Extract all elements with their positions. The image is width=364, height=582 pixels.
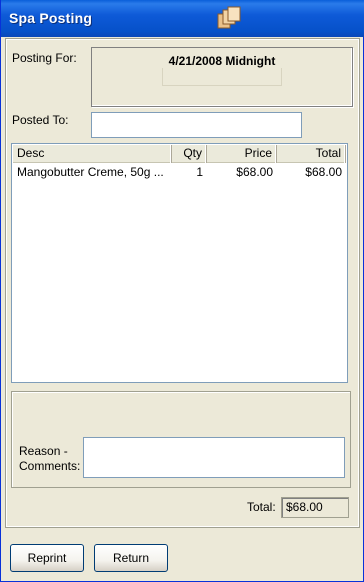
column-header-price[interactable]: Price bbox=[207, 145, 277, 163]
column-header-total[interactable]: Total bbox=[277, 145, 346, 163]
posted-to-label: Posted To: bbox=[12, 113, 69, 127]
row-price: $68.00 bbox=[236, 165, 273, 179]
reprint-button[interactable]: Reprint bbox=[10, 544, 84, 572]
posted-to-input[interactable] bbox=[91, 112, 302, 138]
column-header-qty[interactable]: Qty bbox=[172, 145, 207, 163]
total-label: Total: bbox=[247, 500, 276, 514]
posting-for-value: 4/21/2008 Midnight bbox=[168, 54, 276, 68]
spa-posting-window: Spa Posting Posting For: 4/21/2008 Midni… bbox=[0, 0, 364, 582]
return-button[interactable]: Return bbox=[94, 544, 168, 572]
date-frame bbox=[162, 68, 282, 86]
posting-for-label: Posting For: bbox=[12, 51, 77, 65]
total-value: $68.00 bbox=[281, 497, 349, 518]
row-qty: 1 bbox=[196, 165, 203, 179]
window-title: Spa Posting bbox=[9, 10, 93, 26]
reason-label-line2: Comments: bbox=[19, 459, 81, 473]
reason-comments-input[interactable] bbox=[83, 437, 345, 478]
items-list[interactable]: Desc Qty Price Total Mangobutter Creme, … bbox=[11, 143, 348, 383]
list-header: Desc Qty Price Total bbox=[13, 145, 346, 163]
title-bar[interactable]: Spa Posting bbox=[1, 0, 364, 37]
row-total: $68.00 bbox=[305, 165, 342, 179]
table-row[interactable]: Mangobutter Creme, 50g ... 1 $68.00 $68.… bbox=[13, 164, 346, 181]
reason-label-line1: Reason - bbox=[19, 444, 68, 458]
posting-for-box: 4/21/2008 Midnight bbox=[91, 47, 353, 107]
row-desc: Mangobutter Creme, 50g ... bbox=[17, 165, 164, 179]
app-icon bbox=[216, 6, 242, 32]
column-header-desc[interactable]: Desc bbox=[13, 145, 172, 163]
